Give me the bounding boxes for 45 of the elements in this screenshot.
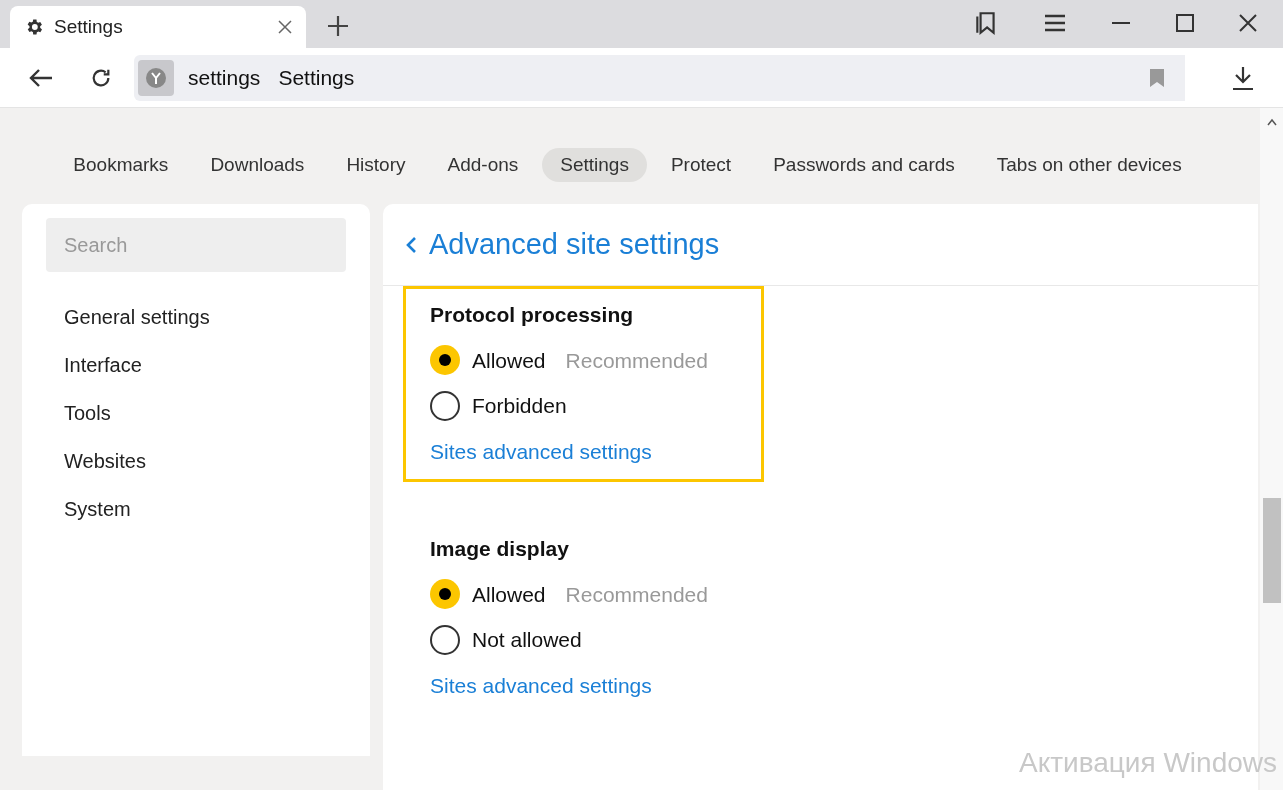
nav-tab[interactable]: Protect xyxy=(652,148,750,182)
nav-tab[interactable]: Settings xyxy=(542,148,647,182)
nav-tab[interactable]: Bookmarks xyxy=(55,148,187,182)
sidebar-item[interactable]: System xyxy=(64,496,346,523)
option-label: Allowed xyxy=(472,581,546,608)
sidebar-item[interactable]: General settings xyxy=(64,304,346,331)
option-note: Recommended xyxy=(565,347,708,374)
download-icon[interactable] xyxy=(1231,64,1255,91)
radio-button[interactable] xyxy=(430,579,460,610)
back-icon[interactable] xyxy=(28,66,54,89)
section-title: Image display xyxy=(430,536,570,562)
radio-button[interactable] xyxy=(430,345,460,376)
nav-tab[interactable]: Downloads xyxy=(192,148,323,182)
scrollbar-thumb[interactable] xyxy=(1262,498,1281,603)
search-field[interactable]: Search xyxy=(46,218,346,272)
sidebar-item[interactable]: Interface xyxy=(64,352,346,379)
address-page-title: Settings xyxy=(278,64,356,91)
browser-tab[interactable]: Settings xyxy=(10,6,306,48)
section-title: Protocol processing xyxy=(430,302,635,328)
sidebar-item[interactable]: Websites xyxy=(64,448,346,475)
close-window-icon[interactable] xyxy=(1239,14,1257,32)
radio-button[interactable] xyxy=(430,390,460,421)
option-label: Forbidden xyxy=(472,393,567,419)
settings-link[interactable]: Sites advanced settings xyxy=(430,435,737,467)
nav-tab[interactable]: Add-ons xyxy=(429,148,537,182)
maximize-icon[interactable] xyxy=(1175,13,1195,33)
menu-icon[interactable] xyxy=(1043,13,1067,33)
option-label: Not allowed xyxy=(472,627,582,653)
back-chevron-icon[interactable] xyxy=(405,235,417,254)
address-bar[interactable]: settings Settings xyxy=(134,54,1185,101)
scroll-up-icon xyxy=(1266,118,1277,126)
sidebar-item[interactable]: Tools xyxy=(64,400,346,427)
new-tab-icon[interactable] xyxy=(326,14,350,38)
address-host: settings xyxy=(188,64,261,91)
nav-tab[interactable]: Passwords and cards xyxy=(755,148,973,182)
settings-link[interactable]: Sites advanced settings xyxy=(430,669,737,701)
close-icon[interactable] xyxy=(278,20,292,34)
option-note: Recommended xyxy=(565,581,708,608)
page-title: Advanced site settings xyxy=(429,226,720,262)
option-label: Allowed xyxy=(472,347,546,374)
radio-button[interactable] xyxy=(430,624,460,655)
site-logo-icon xyxy=(138,59,174,96)
nav-tab[interactable]: History xyxy=(328,148,424,182)
nav-tab[interactable]: Tabs on other devices xyxy=(978,148,1200,182)
tab-title: Settings xyxy=(54,14,124,39)
